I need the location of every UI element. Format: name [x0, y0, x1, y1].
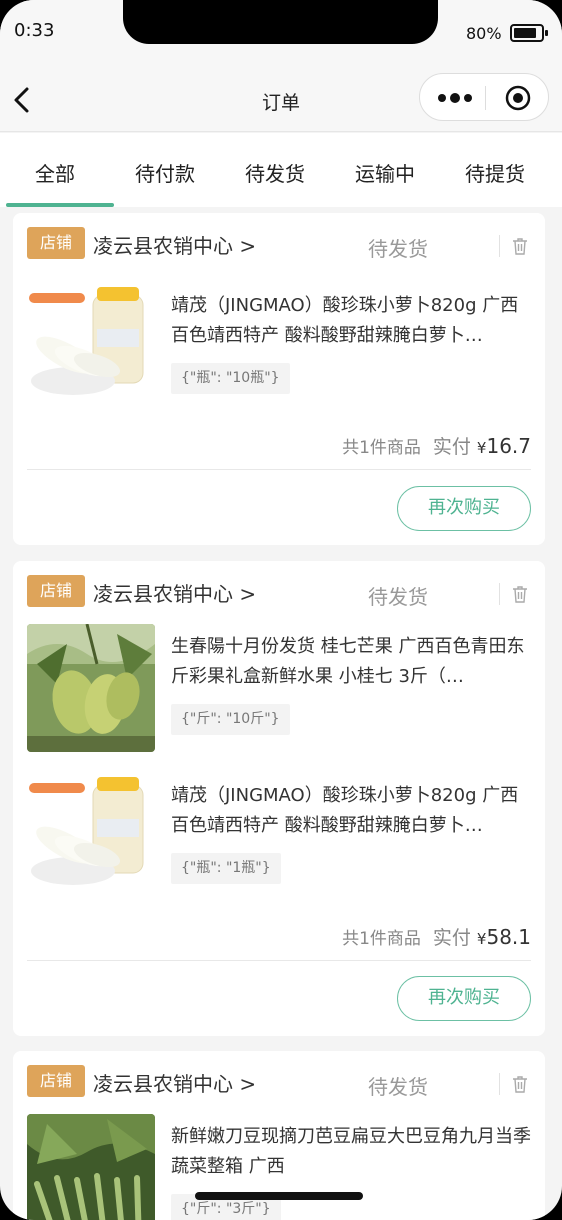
target-icon[interactable]	[505, 85, 531, 111]
phone-screen: 0:33 80% 订单 全部 待付款 待发货 运输中 待提货 店铺 凌云县农销中…	[0, 0, 562, 1220]
order-item[interactable]: 新鲜嫩刀豆现摘刀芭豆扁豆大巴豆角九月当季蔬菜整箱 广西 {"斤": "3斤"}	[27, 1114, 531, 1220]
status-time: 0:33	[14, 20, 55, 41]
battery-percent: 80%	[466, 24, 502, 43]
rebuy-button[interactable]: 再次购买	[397, 486, 531, 531]
tab-pending-shipment[interactable]: 待发货	[220, 133, 330, 207]
item-count: 共1件商品	[342, 438, 421, 458]
product-title: 靖茂（JINGMAO）酸珍珠小萝卜820g 广西百色靖西特产 酸料酸野甜辣腌白萝…	[171, 295, 519, 346]
order-summary: 共1件商品 实付 ¥58.1	[342, 923, 531, 950]
order-status: 待发货	[368, 585, 428, 609]
product-image-radish	[27, 773, 155, 901]
product-spec: {"斤": "10斤"}	[171, 704, 290, 735]
order-item[interactable]: 生春陽十月份发货 桂七芒果 广西百色青田东斤彩果礼盒新鲜水果 小桂七 3斤（… …	[27, 624, 531, 754]
item-count: 共1件商品	[342, 929, 421, 949]
order-item[interactable]: 靖茂（JINGMAO）酸珍珠小萝卜820g 广西百色靖西特产 酸料酸野甜辣腌白萝…	[27, 283, 531, 413]
shop-badge: 店铺	[27, 575, 85, 607]
tab-all[interactable]: 全部	[0, 133, 114, 207]
rebuy-button[interactable]: 再次购买	[397, 976, 531, 1021]
order-card: 店铺 凌云县农销中心 > 待发货 靖茂（JINGMAO）酸珍珠小萝卜820g 广…	[13, 213, 545, 545]
status-divider	[499, 583, 500, 605]
trash-icon[interactable]	[512, 1075, 528, 1093]
status-divider	[499, 1073, 500, 1095]
order-summary: 共1件商品 实付 ¥16.7	[342, 432, 531, 459]
trash-icon[interactable]	[512, 237, 528, 255]
product-title: 靖茂（JINGMAO）酸珍珠小萝卜820g 广西百色靖西特产 酸料酸野甜辣腌白萝…	[171, 785, 519, 836]
product-image-radish	[27, 283, 155, 411]
card-divider	[27, 469, 531, 470]
shop-name-link[interactable]: 凌云县农销中心 >	[93, 578, 256, 607]
capsule-divider	[485, 86, 486, 110]
nav-bar: 订单	[0, 66, 562, 132]
order-tabs: 全部 待付款 待发货 运输中 待提货	[0, 133, 562, 207]
paid-label: 实付	[432, 927, 471, 949]
product-spec: {"瓶": "10瓶"}	[171, 363, 290, 394]
product-image-mango	[27, 624, 155, 752]
shop-badge: 店铺	[27, 1065, 85, 1097]
more-icon[interactable]	[436, 89, 476, 107]
status-bar: 0:33 80%	[0, 0, 562, 66]
product-title: 新鲜嫩刀豆现摘刀芭豆扁豆大巴豆角九月当季蔬菜整箱 广西	[171, 1126, 531, 1177]
mini-program-capsule	[419, 73, 549, 121]
product-image-beans	[27, 1114, 155, 1220]
paid-amount: 58.1	[486, 925, 531, 949]
tab-pending-payment[interactable]: 待付款	[110, 133, 220, 207]
paid-amount: 16.7	[486, 434, 531, 458]
shop-name-link[interactable]: 凌云县农销中心 >	[93, 230, 256, 259]
status-divider	[499, 235, 500, 257]
order-status: 待发货	[368, 237, 428, 261]
card-divider	[27, 960, 531, 961]
paid-label: 实付	[432, 436, 471, 458]
order-status: 待发货	[368, 1075, 428, 1099]
product-title: 生春陽十月份发货 桂七芒果 广西百色青田东斤彩果礼盒新鲜水果 小桂七 3斤（…	[171, 636, 525, 687]
shop-badge: 店铺	[27, 227, 85, 259]
tab-in-transit[interactable]: 运输中	[330, 133, 440, 207]
notch	[123, 0, 438, 44]
product-spec: {"瓶": "1瓶"}	[171, 853, 281, 884]
order-card: 店铺 凌云县农销中心 > 待发货	[13, 561, 545, 1036]
order-item[interactable]: 靖茂（JINGMAO）酸珍珠小萝卜820g 广西百色靖西特产 酸料酸野甜辣腌白萝…	[27, 773, 531, 903]
home-indicator	[195, 1192, 363, 1200]
tab-pending-pickup[interactable]: 待提货	[440, 133, 550, 207]
battery-icon	[510, 24, 548, 42]
shop-name-link[interactable]: 凌云县农销中心 >	[93, 1068, 256, 1097]
trash-icon[interactable]	[512, 585, 528, 603]
